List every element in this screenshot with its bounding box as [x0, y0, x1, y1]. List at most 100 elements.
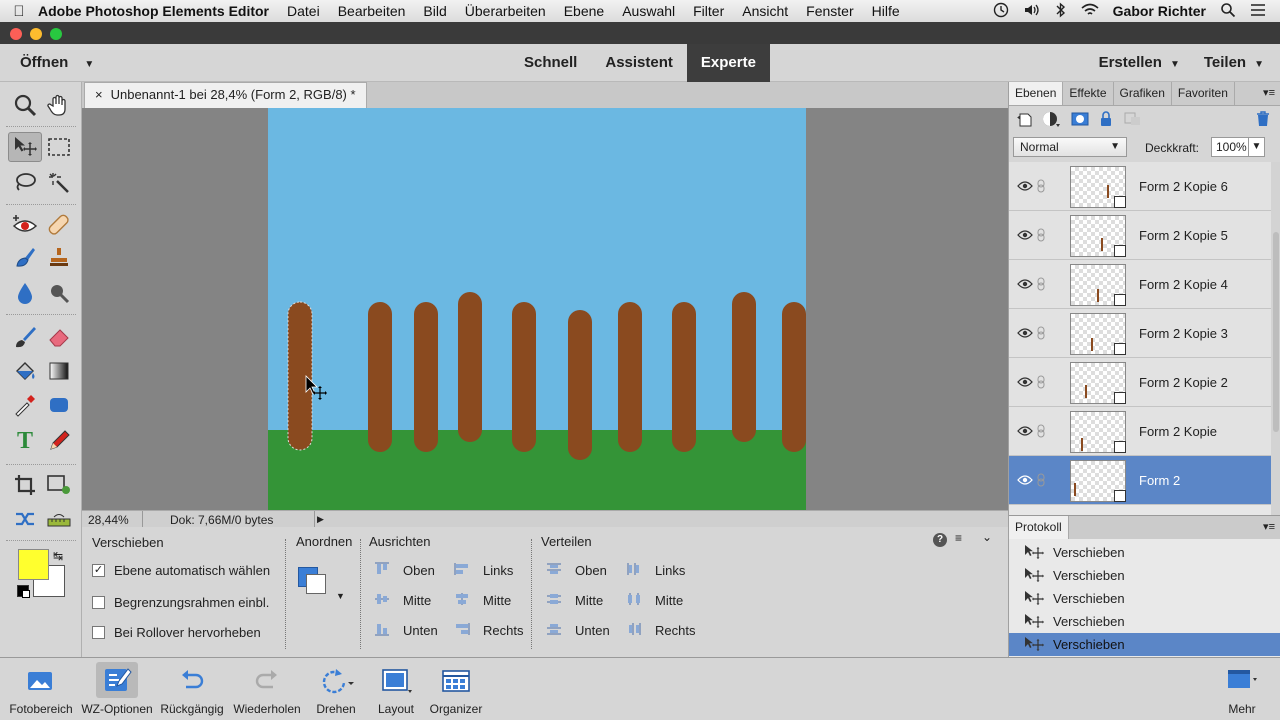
fence-post[interactable]: [368, 302, 392, 452]
tab-effekte[interactable]: Effekte: [1063, 82, 1114, 105]
align-center-button[interactable]: Mitte: [483, 593, 511, 608]
layer-row[interactable]: Form 2 Kopie 5: [1009, 211, 1271, 260]
delete-layer-icon[interactable]: [1255, 111, 1271, 127]
layer-thumbnail[interactable]: [1070, 215, 1126, 257]
distribute-middle-button[interactable]: Mitte: [575, 593, 603, 608]
eyedropper-tool-icon[interactable]: [8, 390, 42, 420]
zoom-tool-icon[interactable]: [8, 90, 42, 120]
user-name[interactable]: Gabor Richter: [1113, 3, 1206, 19]
rotate-button[interactable]: Drehen: [314, 662, 358, 716]
lock-all-icon[interactable]: [1099, 111, 1113, 127]
tool-options-button[interactable]: WZ-Optionen: [81, 662, 153, 716]
adjustment-layer-icon[interactable]: [1042, 111, 1062, 129]
align-right-button[interactable]: Rechts: [483, 623, 523, 638]
layer-row[interactable]: Form 2 Kopie 4: [1009, 260, 1271, 309]
fence-post[interactable]: [287, 301, 313, 451]
tab-favoriten[interactable]: Favoriten: [1172, 82, 1235, 105]
layer-link-icon[interactable]: [1037, 473, 1045, 487]
auto-select-layer-checkbox[interactable]: ✓: [92, 564, 105, 577]
app-menu[interactable]: Adobe Photoshop Elements Editor: [38, 3, 269, 19]
fence-image[interactable]: [268, 108, 806, 510]
layer-row[interactable]: Form 2 Kopie 3: [1009, 309, 1271, 358]
layers-scrollbar-thumb[interactable]: [1273, 232, 1279, 432]
layer-mask-icon[interactable]: [1071, 111, 1089, 127]
redo-button[interactable]: Wiederholen: [233, 662, 301, 716]
arrange-dropdown-icon[interactable]: ▼: [298, 567, 345, 603]
move-tool-icon[interactable]: [8, 132, 42, 162]
menu-filter[interactable]: Filter: [693, 3, 724, 19]
layer-row[interactable]: Form 2 Kopie 6: [1009, 162, 1271, 211]
distribute-left-button[interactable]: Links: [655, 563, 685, 578]
zoom-window-button[interactable]: [50, 28, 62, 40]
visibility-eye-icon[interactable]: [1017, 279, 1033, 289]
layer-link-icon[interactable]: [1037, 326, 1045, 340]
layer-link-icon[interactable]: [1037, 179, 1045, 193]
gradient-tool-icon[interactable]: [42, 356, 76, 386]
mode-tab-assistent[interactable]: Assistent: [591, 44, 687, 82]
history-item[interactable]: Verschieben: [1009, 564, 1280, 587]
default-colors-icon[interactable]: [17, 585, 30, 598]
panel-menu-icon[interactable]: ▾≡: [1257, 82, 1280, 105]
new-layer-icon[interactable]: [1017, 112, 1033, 128]
layer-link-icon[interactable]: [1037, 228, 1045, 242]
pencil-tool-icon[interactable]: [42, 426, 76, 456]
mode-tab-experte[interactable]: Experte: [686, 44, 770, 82]
align-middle-icon[interactable]: [374, 592, 390, 606]
layer-row[interactable]: Form 2: [1009, 456, 1271, 505]
document-canvas[interactable]: [268, 108, 806, 510]
tab-grafiken[interactable]: Grafiken: [1114, 82, 1172, 105]
swap-colors-icon[interactable]: ↹: [53, 549, 63, 563]
wifi-icon[interactable]: [1081, 3, 1099, 20]
more-button[interactable]: Mehr: [1220, 662, 1264, 716]
hand-tool-icon[interactable]: [42, 90, 76, 120]
visibility-eye-icon[interactable]: [1017, 328, 1033, 338]
layer-thumbnail[interactable]: [1070, 264, 1126, 306]
menu-bearbeiten[interactable]: Bearbeiten: [338, 3, 406, 19]
layers-scrollbar[interactable]: [1271, 162, 1280, 515]
bluetooth-icon[interactable]: [1055, 1, 1067, 21]
type-tool-icon[interactable]: T: [8, 426, 42, 456]
history-item[interactable]: Verschieben: [1009, 610, 1280, 633]
paint-bucket-icon[interactable]: [8, 356, 42, 386]
quick-selection-icon[interactable]: [42, 168, 76, 198]
fence-post[interactable]: [458, 292, 482, 442]
lock-transparency-icon[interactable]: [1124, 111, 1142, 127]
layout-button[interactable]: Layout: [374, 662, 418, 716]
distribute-center-button[interactable]: Mitte: [655, 593, 683, 608]
spotlight-search-icon[interactable]: [1220, 2, 1236, 21]
healing-brush-icon[interactable]: [42, 210, 76, 240]
distribute-middle-icon[interactable]: [546, 592, 562, 606]
collapse-options-icon[interactable]: ⌄: [982, 530, 992, 544]
red-eye-tool-icon[interactable]: [8, 210, 42, 240]
layer-thumbnail[interactable]: [1070, 166, 1126, 208]
highlight-on-rollover-checkbox[interactable]: [92, 626, 105, 639]
blur-tool-icon[interactable]: [8, 278, 42, 308]
menu-hilfe[interactable]: Hilfe: [872, 3, 900, 19]
visibility-eye-icon[interactable]: [1017, 475, 1033, 485]
layer-thumbnail[interactable]: [1070, 460, 1126, 502]
mode-tab-schnell[interactable]: Schnell: [510, 44, 591, 82]
eraser-tool-icon[interactable]: [42, 322, 76, 352]
layer-link-icon[interactable]: [1037, 375, 1045, 389]
menu-ebene[interactable]: Ebene: [564, 3, 604, 19]
distribute-right-icon[interactable]: [626, 622, 642, 636]
foreground-color-swatch-top[interactable]: [18, 549, 49, 580]
fence-post[interactable]: [414, 302, 438, 452]
fence-post[interactable]: [732, 292, 756, 442]
notification-center-icon[interactable]: [1250, 3, 1266, 20]
straighten-tool-icon[interactable]: [42, 504, 76, 534]
align-right-icon[interactable]: [454, 622, 470, 636]
undo-button[interactable]: Rückgängig: [160, 662, 224, 716]
rectangular-marquee-icon[interactable]: [42, 132, 76, 162]
minimize-window-button[interactable]: [30, 28, 42, 40]
distribute-right-button[interactable]: Rechts: [655, 623, 695, 638]
organizer-button[interactable]: Organizer: [430, 662, 482, 716]
visibility-eye-icon[interactable]: [1017, 181, 1033, 191]
fence-post[interactable]: [672, 302, 696, 452]
align-center-icon[interactable]: [454, 592, 470, 606]
menu-ueberarbeiten[interactable]: Überarbeiten: [465, 3, 546, 19]
volume-icon[interactable]: [1023, 2, 1041, 21]
opacity-dropdown-icon[interactable]: ▼: [1248, 138, 1264, 156]
close-window-button[interactable]: [10, 28, 22, 40]
show-bounding-box-checkbox[interactable]: [92, 596, 105, 609]
